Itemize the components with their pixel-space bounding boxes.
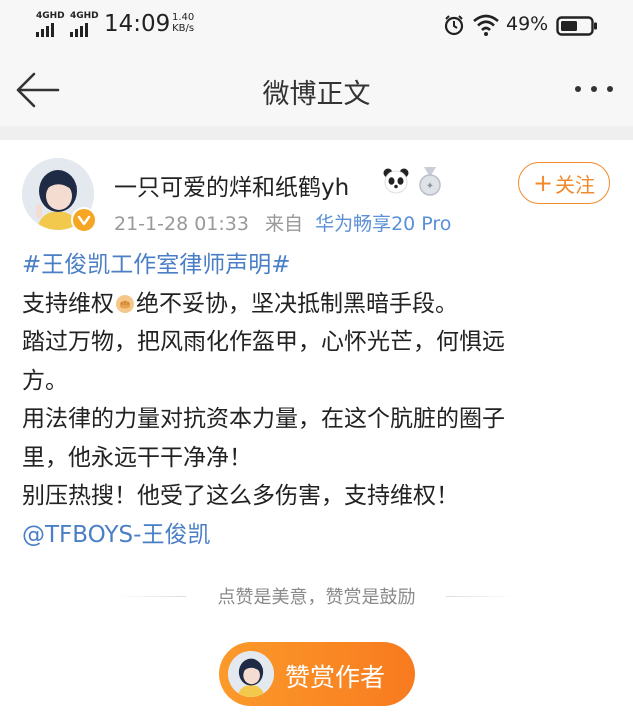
battery-percentage: 49% [506,13,549,35]
reward-button-label: 赞赏作者 [285,663,386,692]
post-content: #王俊凯工作室律师声明# 支持维权 绝不妥协，坚决抵制黑暗手段。 踏过万物，把风… [22,246,612,554]
medal-icon: ✦ [419,167,441,196]
status-time: 14:09 [104,11,171,37]
signal-bars-icon [36,23,65,37]
signal-strength-1: 4GHD [36,12,65,37]
post-text-line: 支持维权 [22,290,114,317]
hashtag-link[interactable]: #王俊凯工作室律师声明# [22,252,291,278]
hint-divider-right [446,596,516,597]
more-dots-icon[interactable] [572,82,616,96]
reward-avatar [228,651,274,697]
alarm-icon [444,15,464,36]
follow-button[interactable]: + 关注 [518,162,610,204]
post-text-line: 别压热搜！他受了这么多伤害，支持维权！ [22,483,459,509]
mention-link[interactable]: @TFBOYS-王俊凯 [22,522,210,548]
section-divider [0,126,633,140]
post-text-line: 用法律的力量对抗资本力量，在这个肮脏的圈子 [22,406,505,432]
post-text-line: 踏过万物，把风雨化作盔甲，心怀光芒，何惧远 [22,329,505,355]
source-device-link[interactable]: 华为畅享20 Pro [315,213,451,235]
post-text-line: 绝不妥协，坚决抵制黑暗手段。 [136,290,458,317]
follow-label: 关注 [555,172,596,197]
signal-bars-icon [70,23,99,37]
post-timestamp: 21-1-28 01:33 [114,213,249,235]
post-text-line: 里，他永远干干净净！ [22,444,252,471]
fist-emoji-icon [116,294,134,313]
post-text-line: 方。 [22,367,68,394]
network-speed-unit: KB/s [172,23,195,34]
verified-badge-icon [71,207,97,233]
page-title: 微博正文 [262,79,371,110]
panda-icon [383,168,409,194]
svg-text:✦: ✦ [426,181,434,192]
network-speed: 1.40 KB/s [172,12,194,34]
plus-icon: + [532,169,554,197]
reward-hint: 点赞是美意，赞赏是鼓励 [217,587,416,608]
network-type-label-2: 4GHD [70,11,99,21]
reward-author-button[interactable]: 赞赏作者 [219,642,415,706]
network-speed-value: 1.40 [172,12,195,23]
source-prefix: 来自 [265,213,304,235]
nav-bar: 微博正文 [0,52,633,126]
post-meta: 21-1-28 01:33 来自 华为畅享20 Pro [114,209,451,236]
username[interactable]: 一只可爱的烊和纸鹤yh [114,168,349,202]
battery-icon [556,16,597,36]
network-type-label-1: 4GHD [36,11,65,21]
signal-strength-2: 4GHD [70,12,99,37]
status-bar: 4GHD 4GHD 14:09 1.40 KB/s 49% [0,0,633,52]
wifi-icon [473,14,499,36]
